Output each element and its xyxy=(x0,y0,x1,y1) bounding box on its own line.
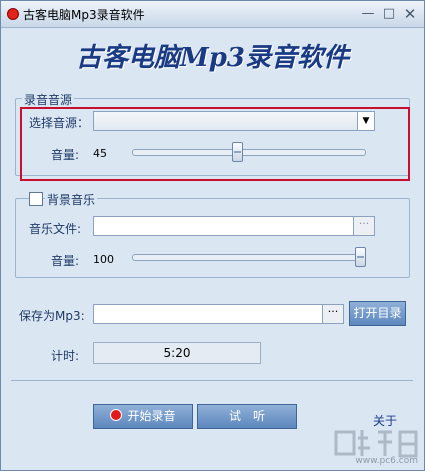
source-label: 选择音源： xyxy=(29,116,90,130)
bgm-file-field[interactable]: ··· xyxy=(93,216,375,236)
listen-button[interactable]: 试 听 xyxy=(197,404,297,429)
bgm-volume-label: 音量: xyxy=(51,254,80,268)
minimize-icon[interactable]: — xyxy=(359,5,377,23)
window-title: 古客电脑Mp3录音软件 xyxy=(23,8,145,22)
start-record-label: 开始录音 xyxy=(127,409,176,423)
bgm-volume-slider[interactable] xyxy=(355,247,366,267)
app-banner-title: 古客电脑Mp3录音软件 xyxy=(75,43,350,73)
save-path-field[interactable]: ··· xyxy=(93,304,344,324)
timer-display: 5:20 xyxy=(93,342,261,364)
close-icon[interactable]: ✕ xyxy=(401,5,419,23)
app-window: 古客电脑Mp3录音软件 — □ ✕ 古客电脑Mp3录音软件 录音音源 选择音源：… xyxy=(0,0,425,471)
bgm-browse-button[interactable]: ··· xyxy=(353,217,374,235)
source-select[interactable]: ▼ xyxy=(93,111,375,131)
bgm-checkbox[interactable] xyxy=(29,192,43,206)
start-record-button[interactable]: 开始录音 xyxy=(93,404,193,429)
bgm-checkbox-label: 背景音乐 xyxy=(45,191,98,208)
source-volume-label: 音量: xyxy=(51,148,80,162)
bgm-volume-track[interactable] xyxy=(132,254,366,261)
timer-label: 计时: xyxy=(51,349,80,363)
bgm-volume-value: 100 xyxy=(93,253,114,266)
app-record-icon xyxy=(7,8,19,20)
save-label: 保存为Mp3: xyxy=(19,309,85,323)
maximize-icon[interactable]: □ xyxy=(380,5,398,23)
save-browse-button[interactable]: ··· xyxy=(322,305,343,323)
source-volume-slider[interactable] xyxy=(232,142,244,162)
title-bar[interactable]: 古客电脑Mp3录音软件 — □ ✕ xyxy=(1,1,424,28)
record-icon xyxy=(110,409,123,421)
open-directory-button[interactable]: 打开目录 xyxy=(349,301,406,326)
section-divider xyxy=(11,380,413,381)
source-volume-track[interactable] xyxy=(132,149,366,156)
source-group-legend: 录音音源 xyxy=(22,91,75,108)
source-volume-value: 45 xyxy=(93,147,107,160)
chevron-down-icon[interactable]: ▼ xyxy=(357,112,374,130)
watermark-text: www.pc6.com xyxy=(355,456,418,466)
bgm-file-label: 音乐文件: xyxy=(29,222,82,236)
watermark: www.pc6.com xyxy=(328,424,424,470)
